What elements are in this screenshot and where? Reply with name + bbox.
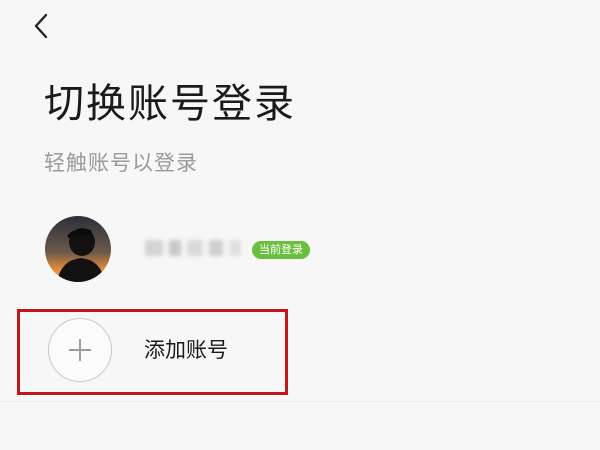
chevron-left-icon [34,13,48,39]
divider [0,401,600,402]
page-title: 切换账号登录 [44,81,296,127]
account-name-blurred [145,240,241,260]
back-button[interactable] [26,10,56,42]
current-login-badge: 当前登录 [252,241,310,259]
page-subtitle: 轻触账号以登录 [44,151,198,175]
highlight-box [17,309,288,395]
avatar [45,216,111,282]
account-item-current[interactable]: 当前登录 [0,210,600,290]
